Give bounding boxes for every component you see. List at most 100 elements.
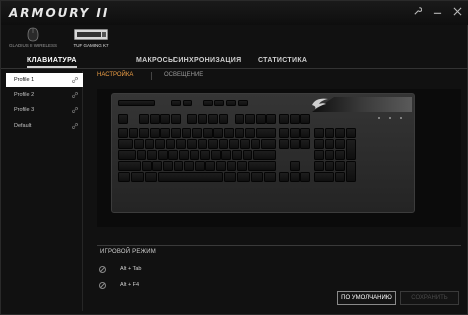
keyboard-key[interactable] [144, 172, 157, 182]
keyboard-key[interactable] [324, 128, 335, 138]
keyboard-key[interactable] [202, 128, 213, 138]
keyboard-key[interactable] [324, 161, 335, 171]
keyboard-key[interactable] [214, 100, 225, 106]
keyboard-key[interactable] [300, 172, 311, 182]
keyboard-key[interactable] [261, 139, 277, 149]
keyboard-key[interactable] [237, 100, 248, 106]
keyboard-key[interactable] [173, 161, 184, 171]
profile-item[interactable]: Profile 1 [6, 73, 83, 87]
keyboard-key[interactable] [178, 150, 189, 160]
keyboard-key[interactable] [289, 114, 300, 124]
keyboard-key[interactable] [279, 172, 289, 182]
keyboard-key[interactable] [234, 114, 245, 124]
default-button[interactable]: ПО УМОЛЧАНИЮ [337, 291, 396, 305]
keyboard-key[interactable] [314, 139, 324, 149]
keyboard-key[interactable] [139, 128, 149, 138]
keyboard-key[interactable] [118, 150, 136, 160]
keyboard-key[interactable] [226, 161, 237, 171]
keyboard-key[interactable] [255, 128, 277, 138]
keyboard-key[interactable] [226, 100, 236, 106]
keyboard-key[interactable] [289, 161, 300, 171]
keyboard-key[interactable] [181, 128, 192, 138]
keyboard-key[interactable] [250, 172, 263, 182]
keyboard-key[interactable] [289, 139, 300, 149]
keyboard-key[interactable] [289, 172, 300, 182]
device-mouse[interactable]: GLADIUS II WIRELESS [9, 27, 57, 53]
keyboard-key[interactable] [218, 114, 229, 124]
keyboard-key[interactable] [208, 114, 218, 124]
keyboard-key[interactable] [128, 128, 139, 138]
keyboard-key[interactable] [118, 139, 134, 149]
tools-icon[interactable] [411, 5, 423, 17]
keyboard-key[interactable] [314, 161, 324, 171]
keyboard-key[interactable] [300, 114, 311, 124]
keyboard-key[interactable] [184, 161, 195, 171]
keyboard-key[interactable] [213, 128, 224, 138]
tab-macros[interactable]: МАКРОСЫ [136, 57, 175, 64]
minimize-icon[interactable] [431, 5, 443, 17]
keyboard-key[interactable] [200, 150, 210, 160]
keyboard-key[interactable] [253, 150, 277, 160]
keyboard-key[interactable] [176, 139, 187, 149]
keyboard-key[interactable] [194, 161, 205, 171]
device-keyboard[interactable]: TUF GAMING K7 [67, 27, 115, 53]
link-icon[interactable] [72, 107, 78, 113]
keyboard-key[interactable] [242, 150, 253, 160]
keyboard-key[interactable] [118, 100, 156, 106]
keyboard-key[interactable] [345, 161, 356, 182]
keyboard-key[interactable] [345, 139, 356, 160]
close-icon[interactable] [451, 5, 463, 17]
keyboard-key[interactable] [314, 172, 335, 182]
keyboard-key[interactable] [345, 128, 356, 138]
disabled-icon[interactable] [99, 281, 106, 289]
keyboard-key[interactable] [141, 161, 152, 171]
keyboard-key[interactable] [224, 128, 234, 138]
keyboard-key[interactable] [157, 150, 168, 160]
keyboard-key[interactable] [171, 114, 181, 124]
keyboard-key[interactable] [118, 161, 142, 171]
keyboard-key[interactable] [239, 139, 250, 149]
link-icon[interactable] [72, 92, 78, 98]
keyboard-key[interactable] [160, 114, 171, 124]
keyboard-key[interactable] [237, 172, 250, 182]
keyboard-key[interactable] [210, 150, 221, 160]
keyboard-key[interactable] [189, 150, 200, 160]
keyboard-key[interactable] [216, 161, 226, 171]
keyboard-key[interactable] [335, 139, 346, 149]
keyboard-key[interactable] [182, 100, 193, 106]
link-icon[interactable] [72, 77, 78, 83]
keyboard-key[interactable] [155, 139, 165, 149]
keyboard-key[interactable] [245, 114, 255, 124]
keyboard-key[interactable] [279, 114, 289, 124]
keyboard-key[interactable] [224, 172, 237, 182]
keyboard-key[interactable] [300, 128, 311, 138]
disabled-icon[interactable] [99, 265, 106, 273]
keyboard-key[interactable] [255, 114, 266, 124]
keyboard-key[interactable] [335, 161, 346, 171]
keyboard-key[interactable] [250, 139, 261, 149]
keyboard-key[interactable] [152, 161, 163, 171]
keyboard-key[interactable] [335, 172, 346, 182]
game-mode-item[interactable]: Alt + F4 [99, 280, 139, 290]
keyboard-key[interactable] [324, 150, 335, 160]
subtab-settings[interactable]: НАСТРОЙКА [97, 72, 133, 78]
keyboard-key[interactable] [139, 114, 149, 124]
keyboard-key[interactable] [300, 139, 311, 149]
keyboard-key[interactable] [237, 161, 248, 171]
tab-stats[interactable]: СТАТИСТИКА [258, 57, 307, 64]
keyboard-key[interactable] [192, 128, 202, 138]
keyboard-key[interactable] [314, 128, 324, 138]
keyboard-key[interactable] [171, 128, 181, 138]
keyboard-key[interactable] [279, 139, 289, 149]
profile-item[interactable]: Default [6, 119, 83, 133]
keyboard-key[interactable] [168, 150, 179, 160]
keyboard-key[interactable] [186, 139, 197, 149]
keyboard-key[interactable] [163, 161, 173, 171]
keyboard-key[interactable] [205, 161, 216, 171]
keyboard-key[interactable] [229, 139, 240, 149]
tab-sync[interactable]: СИНХРОНИЗАЦИЯ [173, 57, 241, 64]
subtab-lighting[interactable]: ОСВЕЩЕНИЕ [164, 72, 203, 78]
keyboard-key[interactable] [171, 100, 181, 106]
keyboard-key[interactable] [149, 114, 160, 124]
keyboard-key[interactable] [221, 150, 232, 160]
